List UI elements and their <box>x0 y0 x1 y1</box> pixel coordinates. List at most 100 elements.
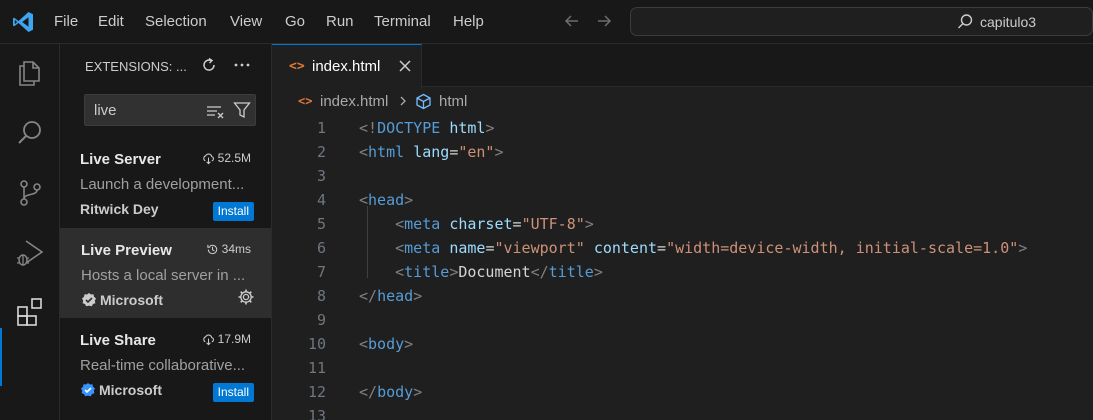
line-content: <!DOCTYPE html> <box>359 119 495 137</box>
code-line[interactable]: 10 <body> <box>272 332 1093 356</box>
extension-publisher: Microsoft <box>80 382 162 398</box>
code-line[interactable]: 12 </body> <box>272 380 1093 404</box>
line-number: 4 <box>316 191 326 209</box>
forward-arrow-icon[interactable] <box>594 11 614 31</box>
extension-description: Hosts a local server in ... <box>81 267 246 284</box>
menu-go[interactable]: Go <box>285 13 305 30</box>
extension-search-input[interactable]: live <box>84 94 256 126</box>
code-editor[interactable]: 1 <!DOCTYPE html> 2 <html lang="en"> 3 4 <head… <box>272 116 1093 420</box>
run-debug-icon[interactable] <box>14 237 46 269</box>
extension-description: Real-time collaborative... <box>80 357 246 374</box>
line-number: 13 <box>307 407 326 420</box>
line-number: 11 <box>307 359 326 377</box>
source-control-icon[interactable] <box>14 177 46 209</box>
back-arrow-icon[interactable] <box>562 11 582 31</box>
more-actions-icon[interactable] <box>232 56 252 74</box>
line-content: </body> <box>359 383 423 401</box>
line-number: 1 <box>316 119 326 137</box>
extension-publisher: Ritwick Dey <box>80 201 159 217</box>
extensions-icon[interactable] <box>14 296 46 328</box>
code-line[interactable]: 11 <box>272 356 1093 380</box>
line-number: 8 <box>316 287 326 305</box>
sidebar-title: EXTENSIONS: ... <box>85 59 187 74</box>
menu-file[interactable]: File <box>54 13 78 30</box>
install-count-value: 52.5M <box>217 151 251 165</box>
close-icon[interactable] <box>398 59 412 73</box>
line-content: <meta charset="UTF-8"> <box>395 215 594 233</box>
refresh-icon[interactable] <box>200 56 218 74</box>
explorer-files-icon[interactable] <box>14 57 46 89</box>
code-line[interactable]: 4 <head> <box>272 188 1093 212</box>
install-button[interactable]: Install <box>212 202 254 221</box>
search-view-icon[interactable] <box>14 117 46 149</box>
code-line[interactable]: 8 </head> <box>272 284 1093 308</box>
code-line[interactable]: 2 <html lang="en"> <box>272 140 1093 164</box>
activation-time-value: 34ms <box>221 242 251 256</box>
code-line[interactable]: 5 <meta charset="UTF-8"> <box>272 212 1093 236</box>
code-line[interactable]: 6 <meta name="viewport" content="width=d… <box>272 236 1093 260</box>
extensions-sidebar: EXTENSIONS: ... live Live Server 52.5M L… <box>60 44 272 420</box>
extension-item-live-share[interactable]: Live Share 17.9M Real-time collaborative… <box>60 318 271 408</box>
chevron-right-icon <box>400 96 406 106</box>
html-file-icon: <> <box>298 94 313 108</box>
cloud-download-icon <box>202 153 214 164</box>
html-file-icon: <> <box>289 59 305 74</box>
line-content: <body> <box>359 335 414 353</box>
extension-name: Live Share <box>80 332 156 349</box>
code-line[interactable]: 3 <box>272 164 1093 188</box>
line-number: 5 <box>316 215 326 233</box>
tab-label: index.html <box>312 58 381 75</box>
code-line[interactable]: 9 <box>272 308 1093 332</box>
menu-help[interactable]: Help <box>453 13 484 30</box>
code-line[interactable]: 13 <box>272 404 1093 420</box>
verified-badge-icon <box>81 383 95 397</box>
line-number: 12 <box>307 383 326 401</box>
publisher-name: Ritwick Dey <box>80 201 159 217</box>
line-number: 2 <box>316 143 326 161</box>
manage-gear-icon[interactable] <box>237 288 255 306</box>
extension-item-live-preview[interactable]: Live Preview 34ms Hosts a local server i… <box>60 228 271 318</box>
search-icon <box>958 14 973 29</box>
menu-edit[interactable]: Edit <box>98 13 124 30</box>
extension-item-live-server[interactable]: Live Server 52.5M Launch a development..… <box>60 137 271 227</box>
line-number: 7 <box>316 263 326 281</box>
breadcrumb-element[interactable]: html <box>439 93 467 110</box>
publisher-name: Microsoft <box>100 292 163 308</box>
extension-name: Live Server <box>80 151 161 168</box>
install-button[interactable]: Install <box>212 383 254 402</box>
menu-terminal[interactable]: Terminal <box>374 13 431 30</box>
verified-badge-icon <box>82 293 96 307</box>
code-line[interactable]: 1 <!DOCTYPE html> <box>272 116 1093 140</box>
publisher-name: Microsoft <box>99 382 162 398</box>
editor-tab-bar: <> index.html <box>272 44 1093 88</box>
clear-search-icon[interactable] <box>205 102 225 120</box>
install-count-value: 17.9M <box>217 332 251 346</box>
menu-selection[interactable]: Selection <box>145 13 207 30</box>
line-number: 9 <box>316 311 326 329</box>
line-content: <html lang="en"> <box>359 143 504 161</box>
line-content: <head> <box>359 191 414 209</box>
menu-run[interactable]: Run <box>326 13 354 30</box>
symbol-element-icon <box>416 93 431 110</box>
breadcrumb: <> index.html html <box>272 92 1093 112</box>
command-center[interactable]: capitulo3 <box>630 7 1093 36</box>
extension-activation-time: 34ms <box>206 242 251 256</box>
line-content: <meta name="viewport" content="width=dev… <box>395 239 1028 257</box>
extension-name: Live Preview <box>81 242 172 259</box>
code-line[interactable]: 7 <title>Document</title> <box>272 260 1093 284</box>
line-content: <title>Document</title> <box>395 263 603 281</box>
extension-description: Launch a development... <box>80 176 245 193</box>
editor-area: <> index.html <> index.html html 1 <!DOCT… <box>272 44 1093 420</box>
tab-index-html[interactable]: <> index.html <box>272 44 422 88</box>
extension-install-count: 17.9M <box>202 332 251 346</box>
extension-install-count: 52.5M <box>202 151 251 165</box>
cloud-download-icon <box>202 334 214 345</box>
menu-view[interactable]: View <box>230 13 262 30</box>
active-view-indicator <box>0 328 2 386</box>
filter-icon[interactable] <box>233 101 251 119</box>
title-bar: File Edit Selection View Go Run Terminal… <box>0 0 1093 44</box>
vscode-logo-icon <box>13 12 33 32</box>
line-number: 10 <box>307 335 326 353</box>
activity-bar <box>0 44 60 420</box>
breadcrumb-file[interactable]: index.html <box>320 93 388 110</box>
